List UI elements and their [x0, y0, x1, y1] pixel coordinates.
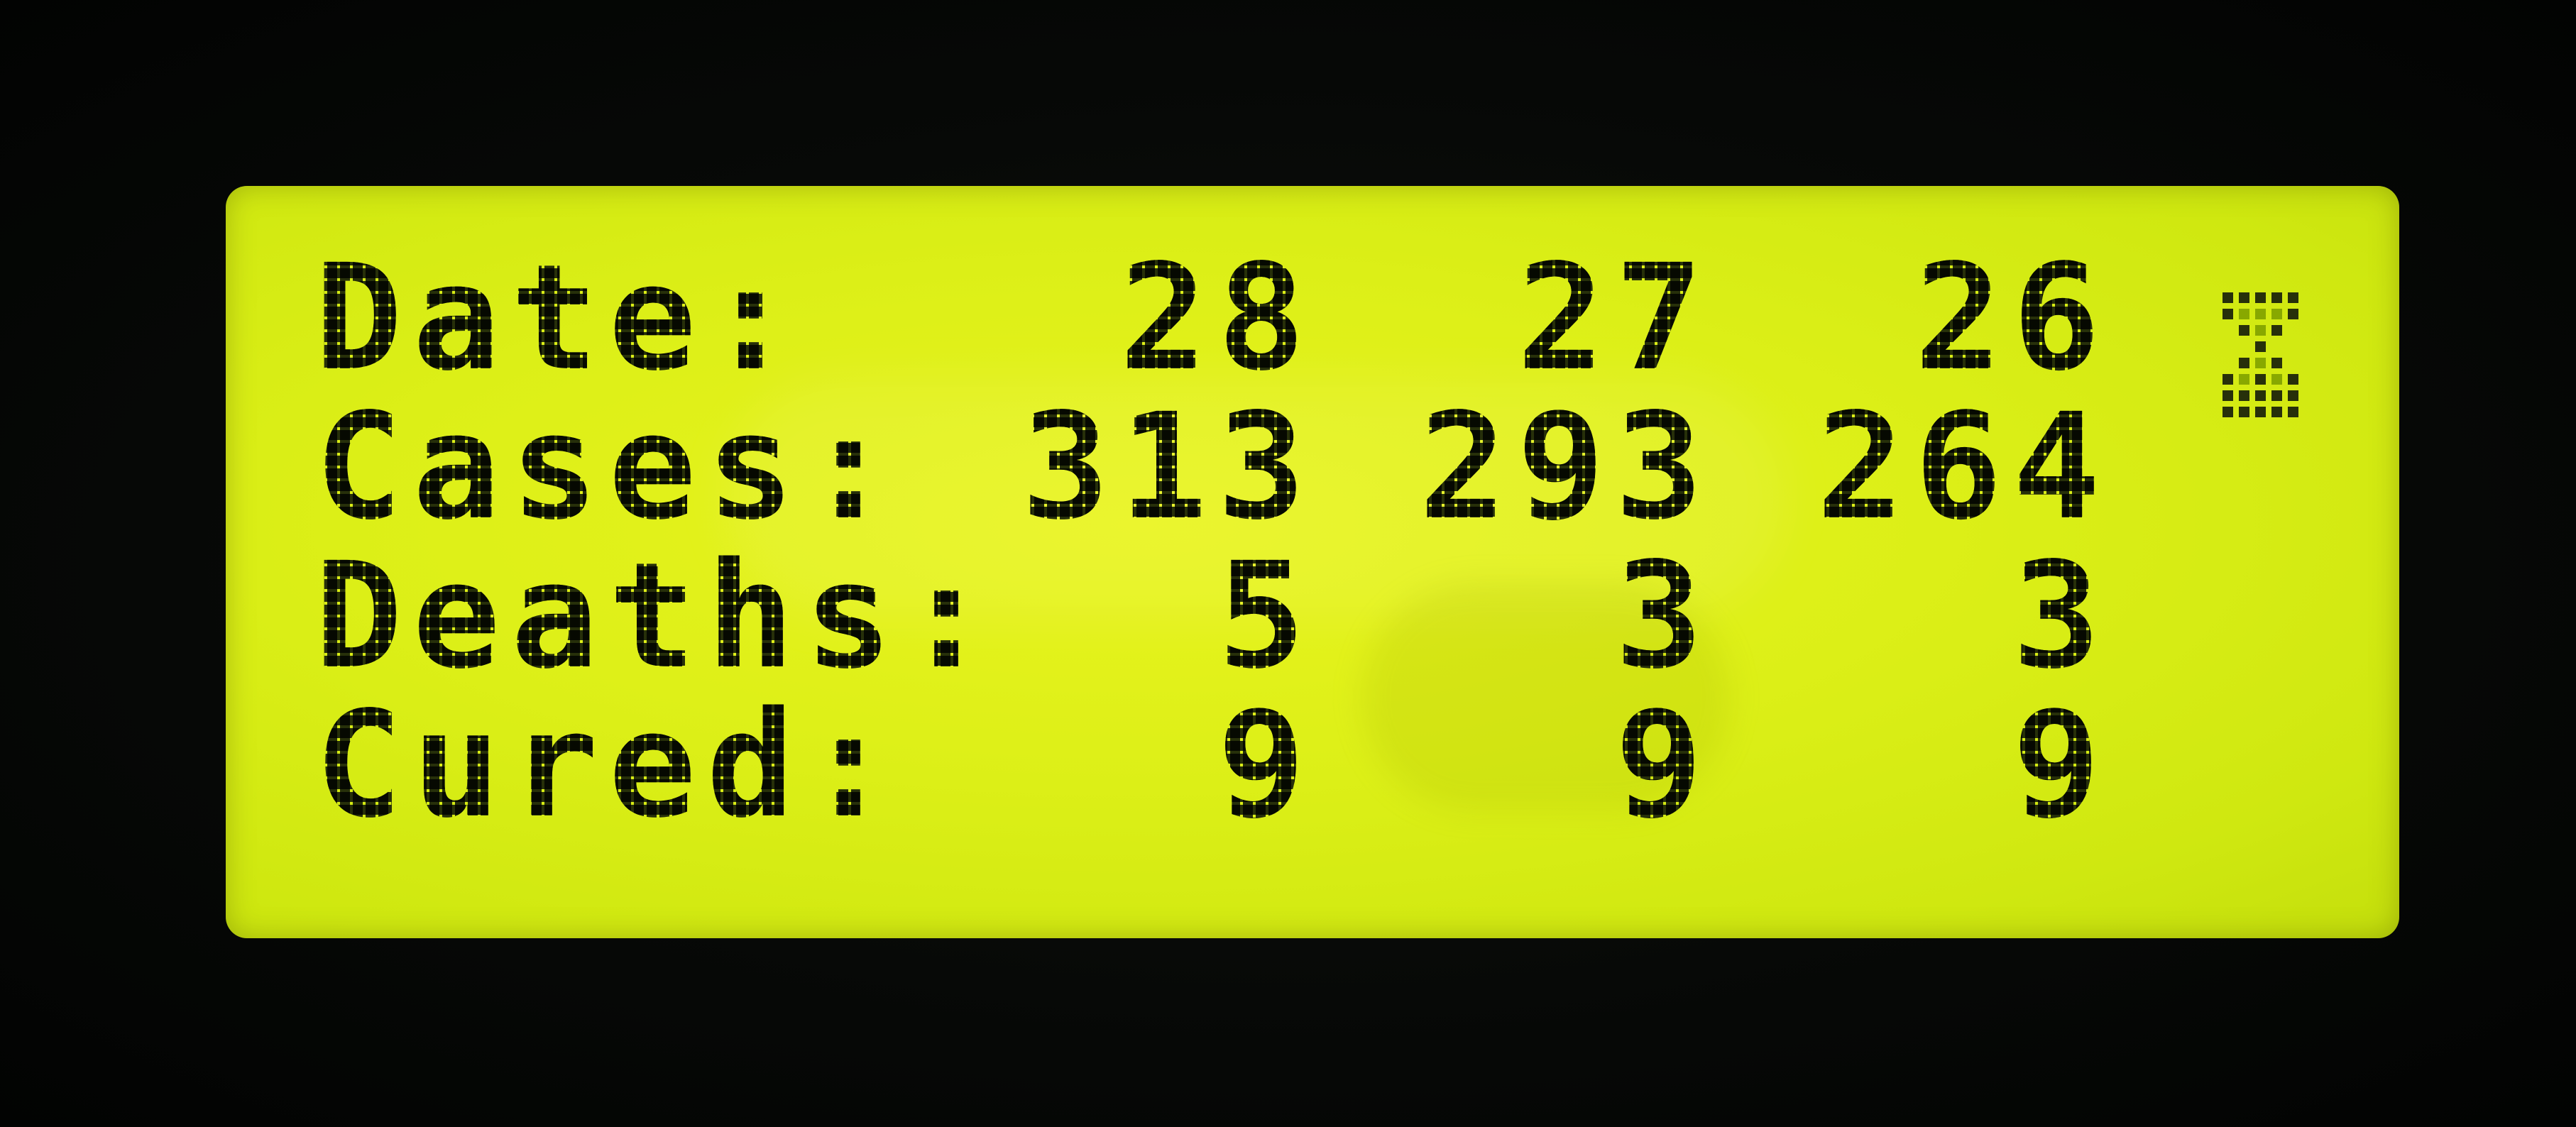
value-cases-3: 264 — [1816, 382, 2110, 552]
hourglass-pixel — [2223, 309, 2233, 319]
hourglass-pixel — [2223, 374, 2233, 385]
hourglass-pixel — [2239, 292, 2249, 303]
hourglass-pixel — [2288, 407, 2298, 417]
lcd-row-date: Date: 28 27 26 — [314, 243, 2373, 393]
value-cured-2: 9 — [1614, 680, 1713, 850]
hourglass-pixel — [2288, 292, 2298, 303]
value-cases-1: 313 — [1021, 382, 1315, 552]
hourglass-pixel — [2255, 325, 2266, 336]
hourglass-pixel — [2239, 309, 2249, 319]
hourglass-pixel — [2271, 374, 2282, 385]
lcd-row-cured: Cured: 9 9 9 — [314, 690, 2373, 840]
hourglass-pixel — [2255, 341, 2266, 352]
hourglass-pixel — [2239, 358, 2249, 368]
hourglass-pixel — [2271, 309, 2282, 319]
hourglass-pixel — [2255, 407, 2266, 417]
hourglass-pixel — [2239, 390, 2249, 401]
value-deaths-2: 3 — [1614, 531, 1713, 701]
hourglass-pixel — [2271, 292, 2282, 303]
value-date-3: 26 — [1914, 233, 2110, 403]
hourglass-pixel — [2271, 325, 2282, 336]
hourglass-pixel — [2255, 292, 2266, 303]
value-date-2: 27 — [1516, 233, 1713, 403]
hourglass-pixel — [2239, 325, 2249, 336]
hourglass-icon — [2223, 292, 2304, 424]
lcd-bezel: Date: 28 27 26 Cases: 313 293 264 Deaths… — [0, 0, 2576, 1127]
value-deaths-3: 3 — [2012, 531, 2110, 701]
hourglass-pixel — [2239, 374, 2249, 385]
value-cases-2: 293 — [1418, 382, 1713, 552]
hourglass-pixel — [2271, 390, 2282, 401]
hourglass-pixel — [2223, 390, 2233, 401]
hourglass-pixel — [2271, 358, 2282, 368]
hourglass-pixel — [2223, 292, 2233, 303]
row-label-date: Date: — [314, 233, 805, 403]
hourglass-pixel — [2271, 407, 2282, 417]
hourglass-pixel — [2255, 390, 2266, 401]
value-cured-1: 9 — [1217, 680, 1315, 850]
value-date-1: 28 — [1119, 233, 1315, 403]
hourglass-pixel — [2255, 374, 2266, 385]
row-label-cases: Cases: — [314, 382, 903, 552]
row-label-deaths: Deaths: — [314, 531, 1001, 701]
hourglass-pixel — [2223, 407, 2233, 417]
lcd-screen: Date: 28 27 26 Cases: 313 293 264 Deaths… — [226, 186, 2399, 938]
lcd-row-deaths: Deaths: 5 3 3 — [314, 541, 2373, 691]
hourglass-pixel — [2288, 374, 2298, 385]
lcd-row-cases: Cases: 313 293 264 — [314, 392, 2373, 542]
hourglass-pixel — [2288, 309, 2298, 319]
value-cured-3: 9 — [2012, 680, 2110, 850]
hourglass-pixel — [2239, 407, 2249, 417]
row-label-cured: Cured: — [314, 680, 903, 850]
hourglass-pixel — [2288, 390, 2298, 401]
value-deaths-1: 5 — [1217, 531, 1315, 701]
hourglass-pixel — [2255, 358, 2266, 368]
hourglass-pixel — [2255, 309, 2266, 319]
